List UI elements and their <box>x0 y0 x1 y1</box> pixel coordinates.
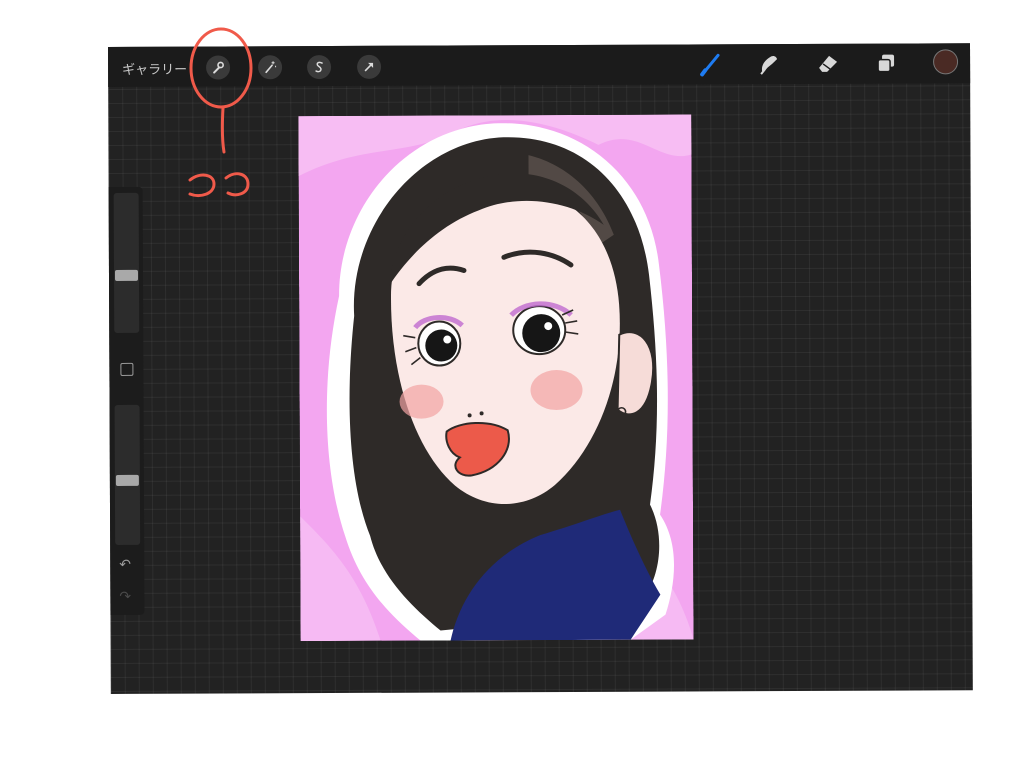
adjustments-button[interactable] <box>258 55 283 80</box>
transform-button[interactable] <box>357 54 382 79</box>
gallery-button[interactable]: ギャラリー <box>122 59 187 78</box>
actions-wrench-button[interactable] <box>206 55 231 80</box>
wrench-icon <box>213 61 224 74</box>
eraser-icon <box>819 55 838 72</box>
layers-button[interactable] <box>872 50 900 78</box>
selection-button[interactable] <box>307 55 332 80</box>
transform-arrow-icon <box>364 62 374 72</box>
smudge-tool-button[interactable] <box>755 50 783 78</box>
brush-size-slider[interactable] <box>113 192 140 333</box>
procreate-app: ギャラリー ↶ ↷ <box>108 43 973 694</box>
modify-square-icon[interactable] <box>120 362 134 376</box>
color-picker-button[interactable] <box>933 49 959 75</box>
eraser-tool-button[interactable] <box>814 50 842 78</box>
selection-s-icon <box>315 61 323 73</box>
layers-icon <box>877 54 895 73</box>
artwork-illustration <box>298 114 694 642</box>
brush-icon <box>700 53 720 77</box>
smudge-icon <box>760 56 778 75</box>
brush-size-thumb[interactable] <box>114 269 139 281</box>
undo-icon[interactable]: ↶ <box>119 557 131 573</box>
opacity-thumb[interactable] <box>115 474 139 486</box>
top-toolbar: ギャラリー <box>108 43 971 87</box>
opacity-slider[interactable] <box>114 404 141 545</box>
magic-wand-icon <box>265 61 277 74</box>
left-sidebar: ↶ ↷ <box>108 186 145 615</box>
brush-tool-button[interactable] <box>697 50 725 78</box>
redo-icon[interactable]: ↷ <box>119 589 131 605</box>
drawing-canvas[interactable] <box>298 114 694 642</box>
